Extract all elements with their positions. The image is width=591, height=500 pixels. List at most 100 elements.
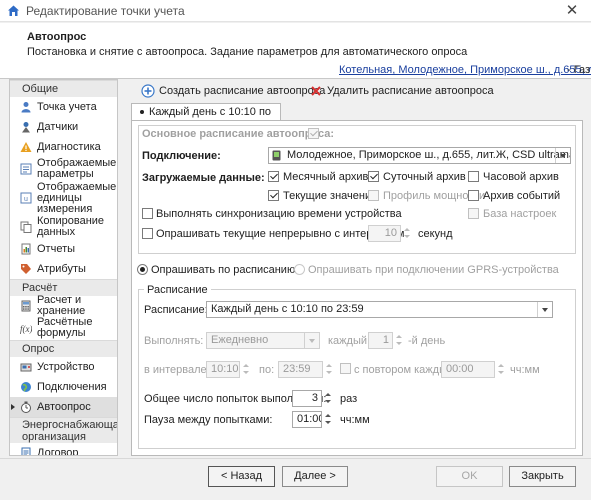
poll-interval-input[interactable]: 10 [368,225,401,242]
schedule-section-title: Расписание [144,284,211,296]
sidebar-item-device[interactable]: Устройство [10,357,117,377]
sidebar-item-calc-storage[interactable]: Расчет и хранение [10,294,117,317]
sidebar-item-attributes[interactable]: Атрибуты [10,259,117,279]
repeat-checkbox[interactable] [340,363,351,374]
sidebar-item-connections[interactable]: Подключения [10,377,117,397]
attempts-unit: раз [340,393,358,405]
repeat-input[interactable]: 00:00 [441,361,495,378]
title-bar: Редактирование точки учета ✕ [0,0,591,22]
sidebar-item-sensors[interactable]: Датчики [10,117,117,137]
chevron-down-icon[interactable] [304,333,319,348]
chevron-down-icon[interactable] [537,302,552,317]
events-archive-label: Архив событий [483,190,561,202]
interval-to-value: 23:59 [283,363,311,375]
every-input[interactable]: 1 [368,332,393,349]
hourly-archive-label: Часовой архив [483,171,559,183]
sidebar-item-auto-poll[interactable]: Автоопрос [10,397,117,417]
schedule-value: Каждый день с 10:10 по 23:59 [211,303,364,315]
tab-schedule[interactable]: Каждый день с 10:10 по 23:59 [131,103,281,135]
attribute-icon [21,264,31,274]
meter-point-resource: - Газ [567,64,591,76]
next-button[interactable]: Далее > [282,466,348,487]
parameters-icon [20,163,32,175]
sensor-icon [22,122,30,133]
chevron-down-icon[interactable] [555,148,570,163]
poll-interval-spinner[interactable] [403,225,412,242]
page-header: Автоопрос Постановка и снятие с автоопро… [0,23,591,79]
daily-archive-checkbox[interactable] [368,171,379,182]
interval-to-spinner[interactable] [325,361,334,378]
main-schedule-label: Основное расписание автоопроса: [142,128,335,140]
pause-spinner[interactable] [324,411,333,428]
home-app-icon [8,5,19,16]
sidebar-item-copy-data[interactable]: Копирование данных [10,215,117,239]
day-suffix: -й день [408,335,446,347]
gprs-radio[interactable] [294,264,305,275]
sync-time-checkbox[interactable] [142,208,153,219]
every-label: каждый [328,335,367,347]
attempts-input[interactable]: 3 [292,390,322,407]
execute-select[interactable]: Ежедневно [206,332,320,349]
delete-schedule-button[interactable]: Удалить расписание автоопроса [309,82,494,100]
attempts-value: 3 [311,392,318,404]
current-values-checkbox[interactable] [268,190,279,201]
pause-input[interactable]: 01:00 [292,411,322,428]
globe-icon [21,382,31,392]
sidebar: Общие Точка учета Датчики Диагностика От… [9,79,118,456]
sidebar-item-diagnostics[interactable]: Диагностика [10,137,117,157]
sidebar-item-label: Расчет и хранение [37,294,86,317]
every-value: 1 [382,334,389,346]
schedule-select[interactable]: Каждый день с 10:10 по 23:59 [206,301,553,318]
close-button[interactable]: Закрыть [509,466,576,487]
settings-db-checkbox[interactable] [468,208,479,219]
connection-select[interactable]: Молодежное, Приморское ш., д.655, лит.Ж,… [268,147,571,164]
repeat-unit: чч:мм [510,364,540,376]
sidebar-item-display-units[interactable]: u Отображаемые единицы измерения [10,181,117,215]
events-archive-checkbox[interactable] [468,190,479,201]
sidebar-item-reports[interactable]: Отчеты [10,239,117,259]
interval-from-value: 10:10 [211,363,239,375]
sidebar-item-formulas[interactable]: f(x) Расчётные формулы [10,316,117,340]
power-profile-checkbox[interactable] [368,190,379,201]
monthly-archive-label: Месячный архив [283,171,369,183]
every-spinner[interactable] [395,332,404,349]
current-values-label: Текущие значения [283,190,378,202]
gprs-radio-label: Опрашивать при подключении GPRS-устройст… [308,264,559,276]
main-schedule-checkbox[interactable] [308,128,319,139]
poll-current-checkbox[interactable] [142,228,153,239]
monthly-archive-checkbox[interactable] [268,171,279,182]
attempts-spinner[interactable] [324,390,333,407]
schedule-label: Расписание: [144,304,208,316]
schedule-radio-label: Опрашивать по расписанию: [151,264,299,276]
loaded-data-label: Загружаемые данные: [142,172,265,184]
pause-unit: чч:мм [340,414,370,426]
sidebar-item-label: Копирование данных [37,215,105,238]
ok-button[interactable]: OK [436,466,503,487]
sidebar-item-label: Подключения [37,380,107,393]
copy-icon [20,221,32,233]
create-schedule-button[interactable]: Создать расписание автоопроса [141,82,325,100]
sidebar-item-meter-point[interactable]: Точка учета [10,97,117,117]
back-button[interactable]: < Назад [208,466,275,487]
schedule-panel: Основное расписание автоопроса: Подключе… [131,120,583,456]
delete-schedule-label: Удалить расписание автоопроса [327,85,494,97]
close-window-button[interactable]: ✕ [559,2,585,20]
create-schedule-label: Создать расписание автоопроса [159,85,326,97]
schedule-radio[interactable] [137,264,148,275]
meter-point-link[interactable]: Котельная, Молодежное, Приморское ш., д.… [339,64,591,76]
interval-to-input[interactable]: 23:59 [278,361,323,378]
hourly-archive-checkbox[interactable] [468,171,479,182]
connection-label: Подключение: [142,150,221,162]
sidebar-group-polling: Опрос [10,340,117,357]
repeat-value: 00:00 [446,363,474,375]
interval-from-spinner[interactable] [242,361,251,378]
repeat-spinner[interactable] [497,361,506,378]
sidebar-group-general: Общие [10,80,117,97]
sidebar-item-contract[interactable]: Договор [10,443,117,455]
formula-icon: f(x) [20,324,32,334]
interval-from-input[interactable]: 10:10 [206,361,240,378]
interval-to-label: по: [259,364,275,376]
sidebar-item-label: Отображаемые единицы измерения [37,180,117,215]
phone-icon [272,150,281,161]
sidebar-item-display-params[interactable]: Отображаемые параметры [10,157,117,181]
